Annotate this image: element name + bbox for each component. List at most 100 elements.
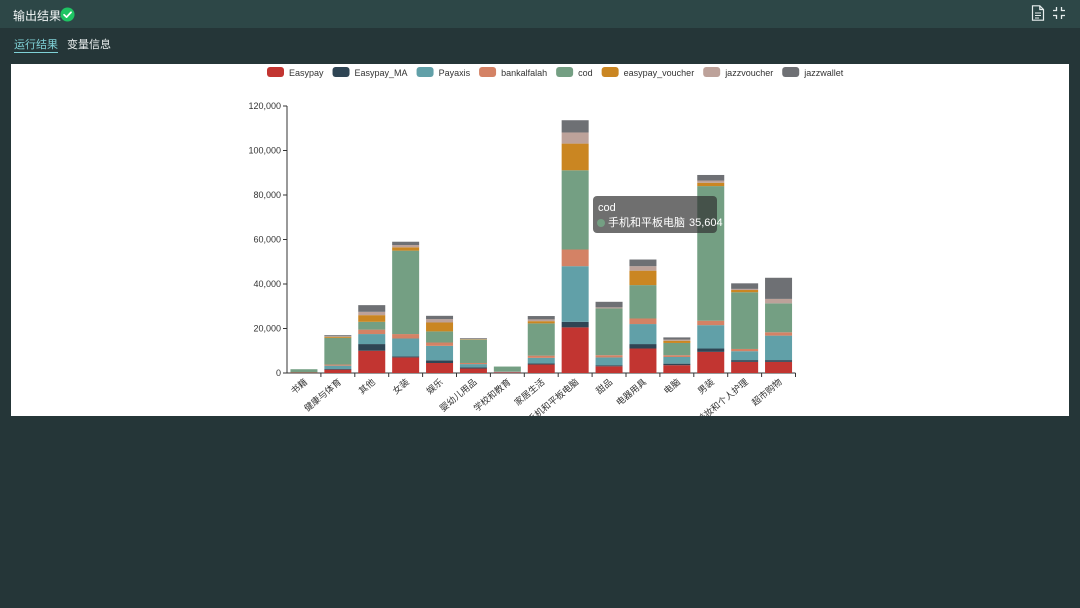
bar-segment-jazzwallet[interactable]	[324, 335, 352, 337]
collapse-icon[interactable]	[1052, 6, 1066, 20]
bar-segment-jazzwallet[interactable]	[392, 241, 420, 246]
bar-segment-jazzwallet[interactable]	[765, 277, 793, 299]
bar-segment-cod[interactable]	[459, 339, 487, 363]
tab-run-result[interactable]: 运行结果	[14, 36, 58, 53]
bar-segment-easypay-voucher[interactable]	[426, 322, 454, 332]
bar-segment-easypay[interactable]	[459, 368, 487, 373]
bar-segment-jazzwallet[interactable]	[459, 338, 487, 339]
bar-segment-jazzwallet[interactable]	[697, 174, 725, 181]
bar-segment-bankalfalah[interactable]	[324, 364, 352, 366]
bar-segment-payaxis[interactable]	[324, 365, 352, 369]
legend-item[interactable]: jazzvoucher	[703, 67, 773, 78]
bar-segment-easypay-ma[interactable]	[731, 360, 759, 362]
bar-segment-easypay[interactable]	[527, 364, 555, 373]
bar-segment-jazzwallet[interactable]	[561, 120, 589, 133]
bar-segment-jazzvoucher[interactable]	[731, 288, 759, 290]
bar-segment-cod[interactable]	[595, 308, 623, 356]
bar-segment-payaxis[interactable]	[561, 266, 589, 322]
bar-segment-bankalfalah[interactable]	[459, 362, 487, 365]
bar-segment-payaxis[interactable]	[595, 357, 623, 366]
bar-segment-easypay[interactable]	[629, 348, 657, 373]
bar-segment-jazzvoucher[interactable]	[663, 339, 691, 341]
legend-item[interactable]: Payaxis	[416, 67, 471, 78]
bar-segment-cod[interactable]	[392, 250, 420, 335]
bar-segment-easypay-voucher[interactable]	[629, 270, 657, 286]
bar-segment-easypay-voucher[interactable]	[697, 182, 725, 187]
bar-segment-cod[interactable]	[358, 321, 386, 330]
bar-segment-jazzvoucher[interactable]	[595, 307, 623, 309]
bar-segment-easypay-voucher[interactable]	[392, 247, 420, 251]
bar-segment-easypay[interactable]	[358, 350, 386, 373]
document-icon[interactable]	[1031, 5, 1045, 21]
bar-segment-easypay[interactable]	[493, 372, 521, 373]
bar-segment-bankalfalah[interactable]	[392, 334, 420, 339]
bar-segment-cod[interactable]	[561, 170, 589, 250]
bar-segment-easypay[interactable]	[731, 361, 759, 374]
bar-segment-easypay-ma[interactable]	[324, 369, 352, 370]
bar-segment-easypay-voucher[interactable]	[731, 290, 759, 293]
bar-segment-payaxis[interactable]	[731, 351, 759, 361]
bar-segment-jazzwallet[interactable]	[663, 337, 691, 340]
bar-segment-easypay-ma[interactable]	[697, 348, 725, 352]
legend-item[interactable]: cod	[556, 67, 593, 78]
bar-segment-jazzvoucher[interactable]	[765, 298, 793, 304]
bar-segment-jazzwallet[interactable]	[595, 301, 623, 308]
bar-segment-jazzvoucher[interactable]	[561, 132, 589, 144]
bar-segment-easypay[interactable]	[595, 366, 623, 373]
bar-segment-cod[interactable]	[493, 366, 521, 372]
bar-segment-bankalfalah[interactable]	[629, 318, 657, 325]
bar-segment-easypay[interactable]	[697, 351, 725, 373]
bar-segment-easypay-ma[interactable]	[561, 321, 589, 328]
bar-segment-bankalfalah[interactable]	[595, 355, 623, 358]
bar-segment-jazzvoucher[interactable]	[629, 266, 657, 271]
bar-segment-easypay-ma[interactable]	[663, 363, 691, 366]
bar-segment-easypay[interactable]	[561, 327, 589, 373]
tab-variable-info[interactable]: 变量信息	[67, 36, 111, 52]
bar-segment-payaxis[interactable]	[392, 338, 420, 357]
bar-segment-easypay[interactable]	[663, 365, 691, 373]
bar-segment-jazzvoucher[interactable]	[426, 319, 454, 323]
bar-segment-easypay[interactable]	[324, 369, 352, 373]
bar-segment-bankalfalah[interactable]	[697, 320, 725, 326]
bar-segment-bankalfalah[interactable]	[663, 355, 691, 357]
bar-segment-easypay-voucher[interactable]	[324, 336, 352, 338]
bar-segment-cod[interactable]	[290, 369, 318, 373]
bar-segment-jazzwallet[interactable]	[629, 259, 657, 267]
legend-item[interactable]: easypay_voucher	[601, 67, 695, 78]
bar-segment-payaxis[interactable]	[358, 334, 386, 345]
bar-segment-easypay-ma[interactable]	[459, 367, 487, 369]
bar-segment-payaxis[interactable]	[527, 357, 555, 364]
bar-segment-bankalfalah[interactable]	[426, 342, 454, 346]
bar-segment-cod[interactable]	[765, 303, 793, 333]
bar-segment-bankalfalah[interactable]	[561, 249, 589, 267]
bar-segment-jazzwallet[interactable]	[426, 315, 454, 320]
bar-segment-cod[interactable]	[731, 292, 759, 349]
bar-segment-bankalfalah[interactable]	[527, 355, 555, 358]
bar-segment-easypay[interactable]	[426, 362, 454, 373]
bar-segment-jazzwallet[interactable]	[731, 283, 759, 289]
legend-item[interactable]: Easypay	[267, 67, 324, 78]
bar-segment-bankalfalah[interactable]	[358, 329, 386, 335]
bar-segment-easypay[interactable]	[765, 361, 793, 374]
bar-segment-easypay-ma[interactable]	[527, 363, 555, 365]
bar-segment-easypay-voucher[interactable]	[663, 340, 691, 343]
bar-segment-payaxis[interactable]	[459, 364, 487, 368]
bar-segment-cod[interactable]	[324, 337, 352, 365]
bar-segment-payaxis[interactable]	[697, 325, 725, 349]
bar-segment-easypay-voucher[interactable]	[561, 143, 589, 171]
bar-segment-jazzvoucher[interactable]	[697, 180, 725, 183]
bar-segment-easypay-voucher[interactable]	[358, 315, 386, 322]
legend-item[interactable]: jazzwallet	[782, 67, 844, 78]
bar-segment-cod[interactable]	[629, 285, 657, 319]
bar-segment-bankalfalah[interactable]	[731, 348, 759, 352]
bar-segment-jazzvoucher[interactable]	[358, 311, 386, 316]
bar-segment-easypay-ma[interactable]	[765, 360, 793, 362]
bar-segment-jazzvoucher[interactable]	[527, 319, 555, 322]
bar-segment-easypay-ma[interactable]	[358, 344, 386, 351]
bar-segment-cod[interactable]	[426, 331, 454, 343]
bar-segment-jazzwallet[interactable]	[358, 305, 386, 312]
bar-segment-easypay-ma[interactable]	[392, 356, 420, 358]
bar-segment-cod[interactable]	[663, 342, 691, 356]
bar-segment-easypay-ma[interactable]	[426, 360, 454, 363]
bar-segment-easypay-ma[interactable]	[595, 365, 623, 367]
